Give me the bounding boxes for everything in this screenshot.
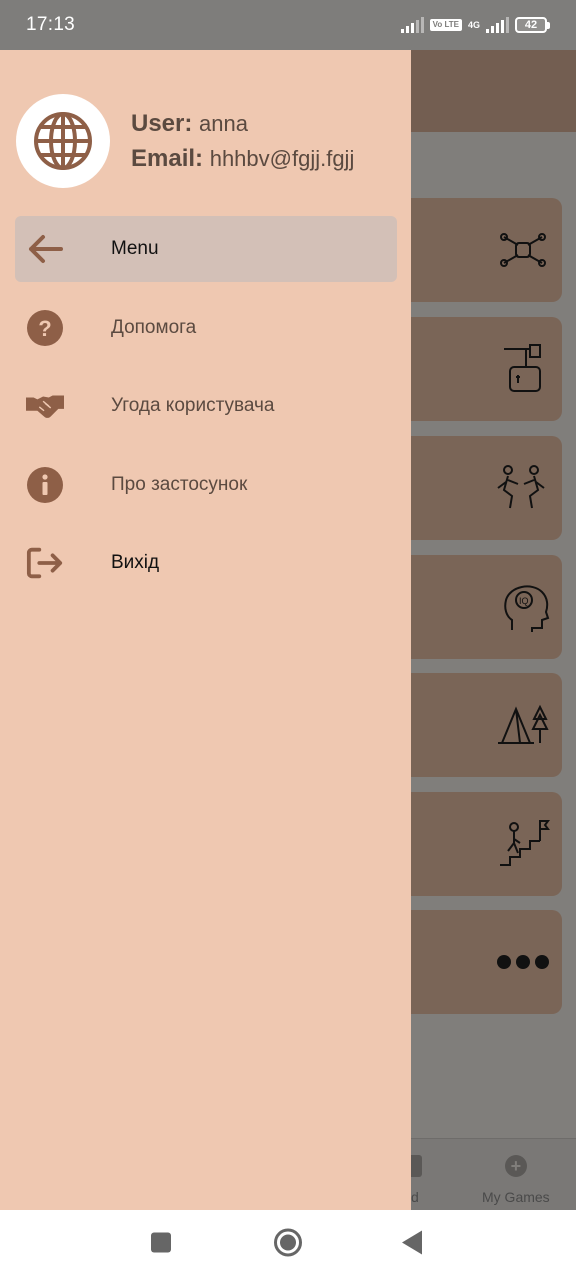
- teamwork-hands-icon: [500, 233, 546, 267]
- drawer-item-help[interactable]: ? Допомога: [15, 295, 397, 361]
- arrow-left-icon: [26, 230, 64, 268]
- battery-level: 42: [524, 19, 538, 31]
- back-triangle-icon: [402, 1230, 422, 1255]
- home-button[interactable]: [273, 1228, 303, 1263]
- system-nav-bar: [0, 1210, 576, 1280]
- svg-text:?: ?: [38, 316, 51, 341]
- recents-button[interactable]: [150, 1232, 172, 1259]
- profile-info: User: anna Email: hhhbv@fgjj.fgjj: [131, 106, 354, 176]
- email-line: Email: hhhbv@fgjj.fgjj: [131, 141, 354, 176]
- user-email: hhhbv@fgjj.fgjj: [209, 146, 355, 171]
- tent-tree-icon: [498, 704, 549, 744]
- user-name: anna: [199, 111, 248, 136]
- signal-2-icon: [486, 17, 509, 33]
- status-bar: 17:13 Vo LTE 4G 42: [0, 0, 576, 50]
- drawer-menu: Menu ? Допомога Угода користувача Про за…: [15, 216, 397, 609]
- volte-badge: Vo LTE: [429, 19, 462, 31]
- globe-icon: [34, 112, 92, 170]
- user-label: User:: [131, 110, 193, 137]
- drawer-item-user-agreement[interactable]: Угода користувача: [15, 373, 397, 439]
- drawer-item-logout[interactable]: Вихід: [15, 530, 397, 596]
- handshake-icon: [26, 387, 64, 425]
- info-circle-icon: [26, 466, 64, 504]
- drawer-item-menu[interactable]: Menu: [15, 216, 397, 282]
- axe-stump-icon: [504, 344, 541, 392]
- drawer-item-label: Угода користувача: [111, 395, 275, 416]
- stairs-flag-icon: [500, 820, 550, 866]
- brain-head-icon: IQ: [504, 585, 550, 632]
- drawer-item-label: Про застосунок: [111, 473, 248, 495]
- square-icon: [151, 1232, 171, 1253]
- network-type: 4G: [467, 19, 480, 30]
- avatar: [16, 94, 110, 188]
- signal-1-icon: [400, 17, 424, 33]
- running-people-icon: [497, 465, 545, 509]
- plus-circle-icon: +: [504, 1155, 527, 1177]
- status-icons: Vo LTE 4G 42: [400, 17, 550, 33]
- more-dots-icon: [497, 955, 549, 969]
- drawer-item-label: Menu: [111, 238, 159, 259]
- drawer-item-about[interactable]: Про застосунок: [15, 452, 397, 518]
- svg-text:IQ: IQ: [519, 596, 529, 606]
- bottom-tab-my-games[interactable]: + My Games: [482, 1139, 550, 1205]
- home-circle-icon: [274, 1228, 302, 1257]
- back-button[interactable]: [401, 1230, 423, 1261]
- user-profile: User: anna Email: hhhbv@fgjj.fgjj: [16, 94, 354, 188]
- user-line: User: anna: [131, 106, 354, 141]
- logout-icon: [26, 544, 64, 582]
- email-label: Email:: [131, 145, 204, 172]
- battery-icon: 42: [515, 17, 550, 33]
- question-circle-icon: ?: [26, 309, 64, 347]
- status-time: 17:13: [26, 14, 76, 35]
- drawer-item-label: Вихід: [111, 552, 160, 573]
- navigation-drawer: User: anna Email: hhhbv@fgjj.fgjj Menu ?…: [0, 50, 411, 1210]
- bottom-tab-my-games-label: My Games: [482, 1189, 550, 1205]
- drawer-item-label: Допомога: [111, 316, 197, 338]
